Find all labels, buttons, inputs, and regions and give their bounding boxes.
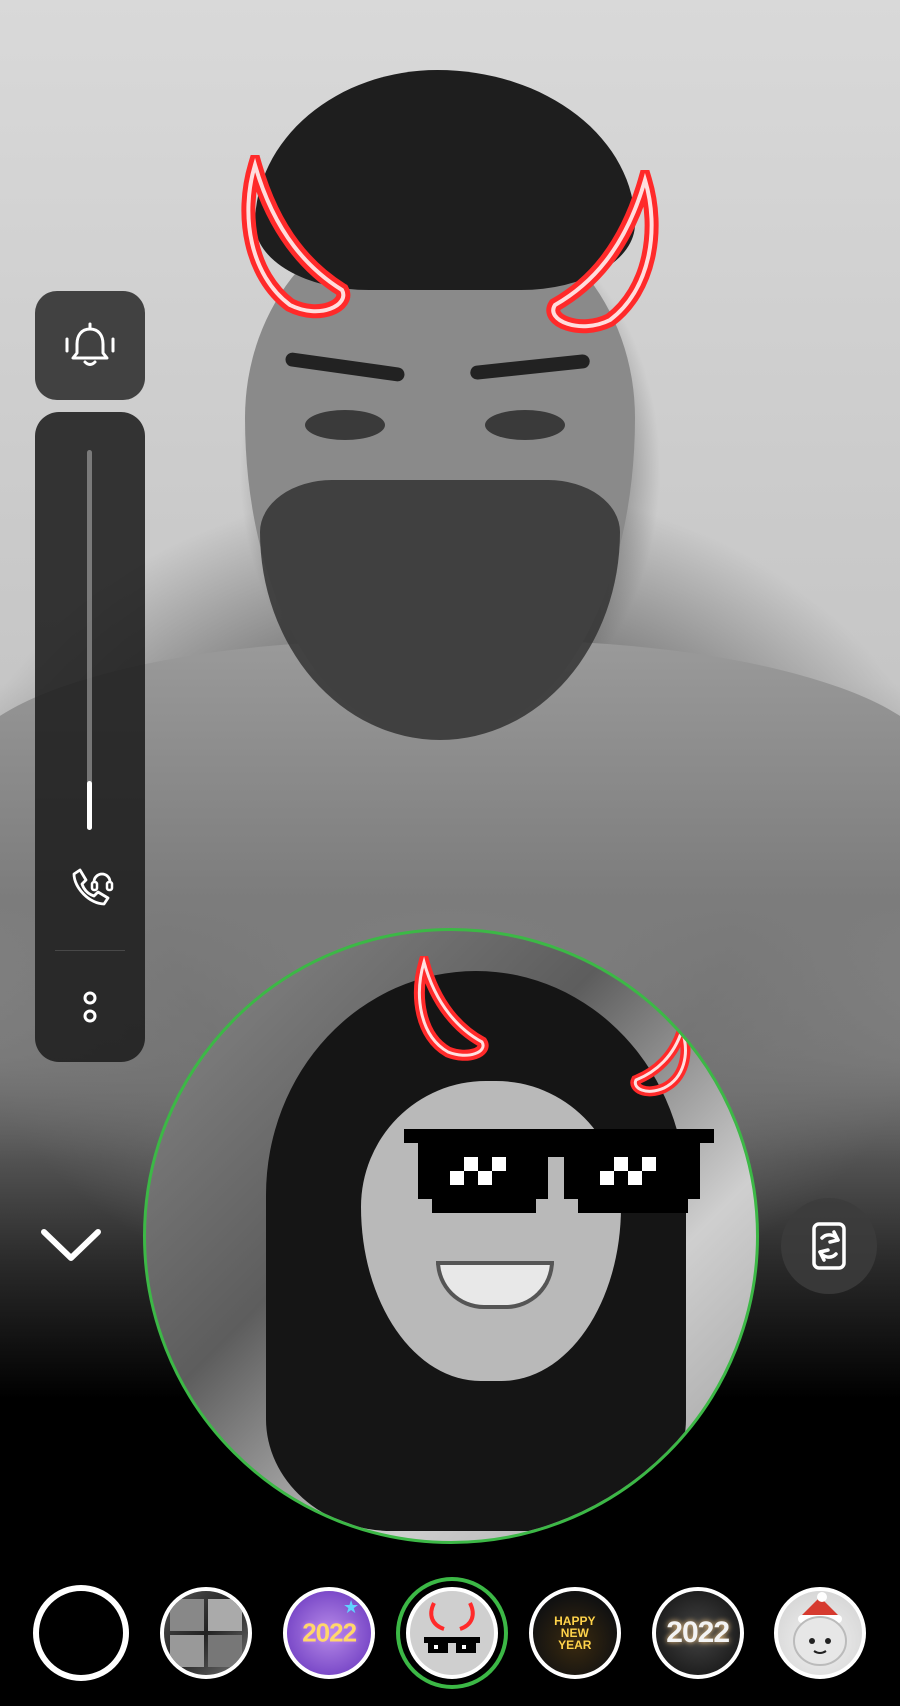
lens-devil-sunglasses[interactable] [405,1587,498,1679]
more-options-button[interactable] [66,982,114,1030]
ringer-button[interactable] [35,291,145,400]
tiger-santa-thumbnail [793,1592,848,1666]
vibrate-bell-icon [65,322,115,366]
lens-label: 2022 [302,1617,357,1648]
panel-divider [55,950,125,951]
switch-camera-button[interactable] [781,1198,877,1294]
pixel-sunglasses [404,1129,714,1213]
star-icon: ★ [342,1597,360,1617]
volume-slider[interactable] [87,450,92,830]
self-devil-horn-left [414,956,489,1061]
devil-horn-left [241,155,351,319]
collapse-button[interactable] [38,1222,104,1268]
phone-headset-icon [72,868,114,906]
capture-button[interactable] [33,1585,130,1681]
lens-2022-glow[interactable]: 2022 [651,1587,744,1679]
chevron-down-icon [41,1229,101,1261]
lens-label: HAPPY NEW YEAR [554,1614,596,1652]
more-vertical-icon [83,991,97,1023]
devil-horn-right [546,170,659,334]
lens-2022-purple[interactable]: 2022 ★ [283,1587,376,1679]
volume-slider-fill [87,780,92,830]
lens-photobooth[interactable] [160,1587,253,1679]
devil-sunglasses-thumbnail [423,1602,480,1653]
left-eye [305,410,385,440]
call-controls-panel [35,412,145,1062]
lens-happy-new-year[interactable]: HAPPY NEW YEAR [528,1587,621,1679]
self-view-video[interactable] [143,928,759,1544]
lens-tiger-santa[interactable] [774,1587,867,1679]
lens-label: 2022 [666,1616,730,1649]
self-devil-horn-right [630,1026,691,1097]
lens-carousel: 2022 ★ HAPPY NEW YEAR 2022 [0,1560,900,1706]
audio-route-button[interactable] [66,864,114,912]
right-eye [485,410,565,440]
switch-camera-icon [812,1222,846,1270]
photobooth-thumbnail [170,1599,243,1667]
